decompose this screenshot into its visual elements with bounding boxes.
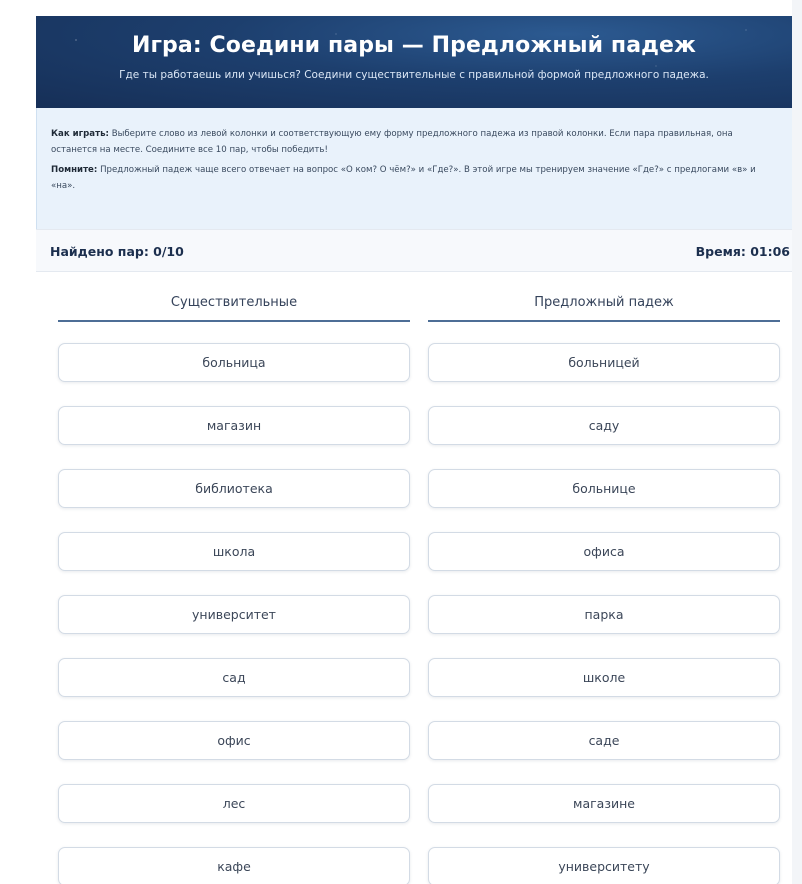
- status-bar: Найдено пар: 0/10 Время: 01:06: [36, 229, 792, 272]
- noun-card[interactable]: больница: [58, 343, 410, 382]
- found-pairs-counter: Найдено пар: 0/10: [50, 244, 184, 259]
- nouns-column-header: Существительные: [58, 294, 410, 322]
- case-form-card[interactable]: школе: [428, 658, 780, 697]
- remember-text: Предложный падеж чаще всего отвечает на …: [51, 165, 756, 191]
- prepositional-column-header: Предложный падеж: [428, 294, 780, 322]
- noun-card[interactable]: офис: [58, 721, 410, 760]
- noun-card[interactable]: магазин: [58, 406, 410, 445]
- timer: Время: 01:06: [695, 244, 790, 259]
- noun-card[interactable]: библиотека: [58, 469, 410, 508]
- game-page: Игра: Соедини пары — Предложный падеж Гд…: [0, 0, 802, 884]
- how-to-play-label: Как играть:: [51, 129, 109, 139]
- left-margin: [0, 0, 36, 884]
- case-form-card[interactable]: больницей: [428, 343, 780, 382]
- noun-card[interactable]: кафе: [58, 847, 410, 884]
- case-form-card[interactable]: больнице: [428, 469, 780, 508]
- noun-card[interactable]: школа: [58, 532, 410, 571]
- remember-label: Помните:: [51, 165, 98, 175]
- instructions-panel: Как играть: Выберите слово из левой коло…: [36, 108, 792, 229]
- case-form-card[interactable]: саде: [428, 721, 780, 760]
- noun-card[interactable]: университет: [58, 595, 410, 634]
- remember-note: Помните: Предложный падеж чаще всего отв…: [51, 162, 778, 194]
- page-subtitle: Где ты работаешь или учишься? Соедини су…: [119, 69, 709, 81]
- noun-card[interactable]: лес: [58, 784, 410, 823]
- page-title: Игра: Соедини пары — Предложный падеж: [131, 33, 697, 58]
- how-to-play: Как играть: Выберите слово из левой коло…: [51, 126, 778, 158]
- top-margin: [0, 0, 802, 16]
- noun-card[interactable]: сад: [58, 658, 410, 697]
- case-form-card[interactable]: офиса: [428, 532, 780, 571]
- right-margin: [792, 0, 802, 884]
- game-header: Игра: Соедини пары — Предложный падеж Гд…: [36, 16, 792, 108]
- case-form-card[interactable]: саду: [428, 406, 780, 445]
- case-form-card[interactable]: магазине: [428, 784, 780, 823]
- case-form-card[interactable]: парка: [428, 595, 780, 634]
- case-form-card[interactable]: университету: [428, 847, 780, 884]
- how-to-play-text: Выберите слово из левой колонки и соотве…: [51, 129, 733, 155]
